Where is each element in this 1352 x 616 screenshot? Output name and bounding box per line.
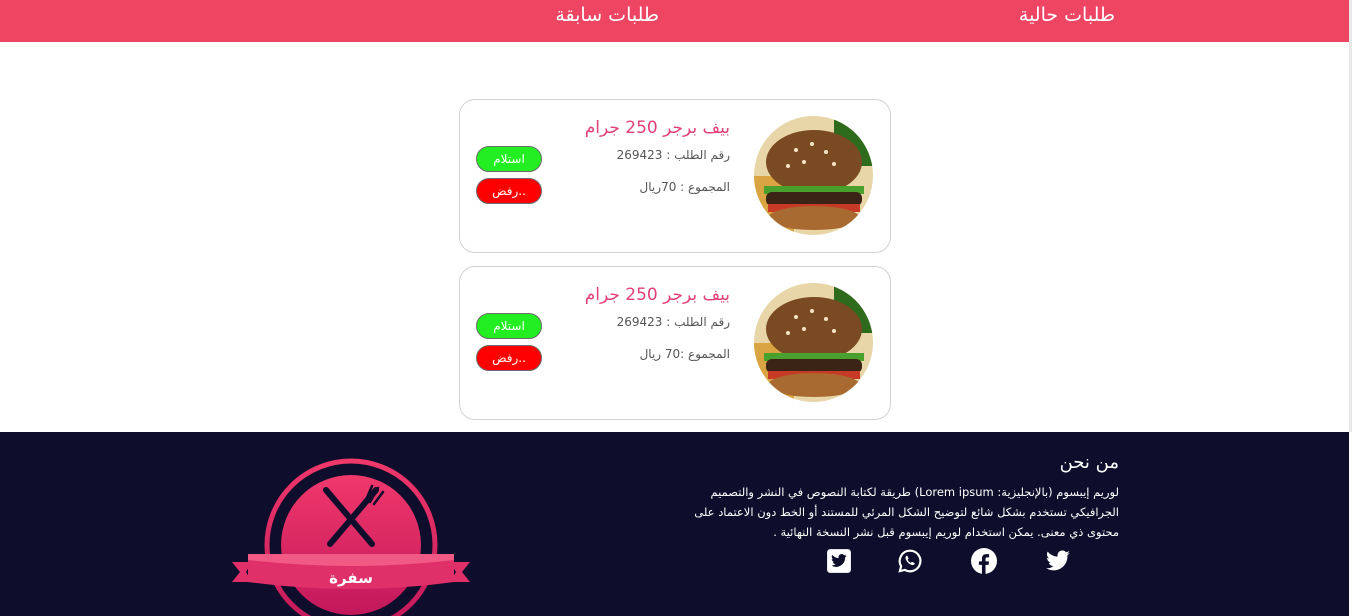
reject-button[interactable]: رفض.. [476,345,542,371]
whatsapp-icon[interactable] [897,548,923,574]
safra-logo: سفرة [230,450,472,616]
order-card: بيف برجر 250 جرام رقم الطلب : 269423 الم… [459,266,891,420]
reject-button[interactable]: رفض.. [476,178,542,204]
facebook-icon[interactable] [971,548,997,574]
twitter-square-icon[interactable] [826,548,852,574]
accept-button[interactable]: استلام [476,313,542,339]
about-text: لوريم إيبسوم (بالإنجليزية: Lorem ipsum) … [694,485,1119,539]
burger-image [754,116,873,235]
order-title: بيف برجر 250 جرام [584,285,730,305]
tab-current-orders[interactable]: طلبات حالية [1019,4,1115,26]
tab-previous-orders[interactable]: طلبات سابقة [555,4,659,26]
accept-button[interactable]: استلام [476,146,542,172]
logo-text: سفرة [329,569,373,587]
order-card: بيف برجر 250 جرام رقم الطلب : 269423 الم… [459,99,891,253]
burger-image [754,283,873,402]
top-tab-bar: طلبات حالية طلبات سابقة [0,0,1349,42]
about-title: من نحن [1059,452,1119,473]
footer: من نحن لوريم إيبسوم (بالإنجليزية: Lorem … [0,432,1349,616]
order-title: بيف برجر 250 جرام [584,118,730,138]
twitter-icon[interactable] [1045,548,1071,574]
